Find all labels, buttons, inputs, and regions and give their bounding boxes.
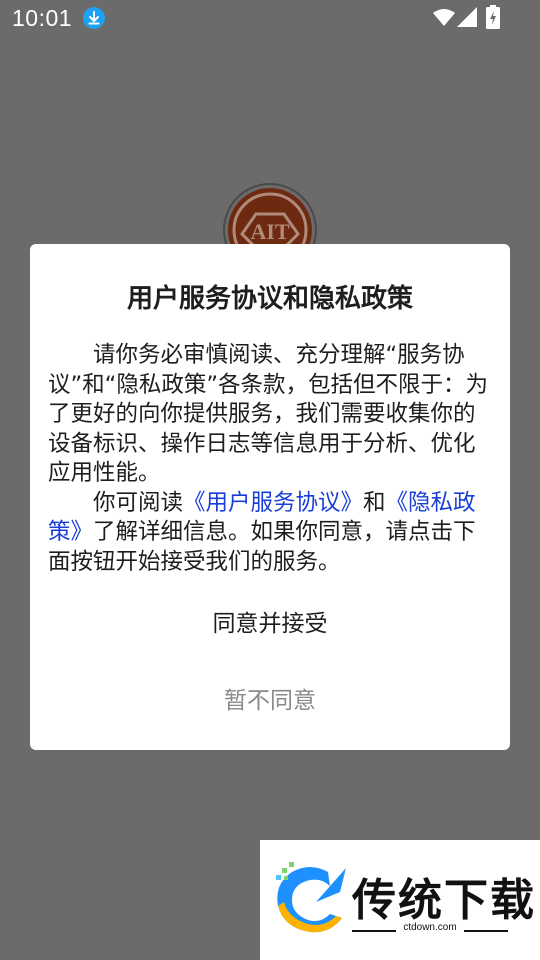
dialog-paragraph-2: 你可阅读《用户服务协议》和《隐私政策》了解详细信息。如果你同意，请点击下面按钮开… (48, 489, 494, 578)
signal-icon (457, 7, 477, 27)
dialog-paragraph-1: 请你务必审慎阅读、充分理解“服务协议”和“隐私政策”各条款，包括但不限于：为了更… (48, 342, 488, 486)
privacy-dialog: 用户服务协议和隐私政策 请你务必审慎阅读、充分理解“服务协议”和“隐私政策”各条… (30, 244, 510, 750)
decline-button[interactable]: 暂不同意 (30, 681, 510, 721)
paragraph-2-suffix: 了解详细信息。如果你同意，请点击下面按钮开始接受我们的服务。 (48, 519, 476, 575)
paragraph-2-prefix: 你可阅读 (93, 489, 184, 516)
conjunction-text: 和 (363, 489, 386, 516)
watermark-divider-left (352, 930, 396, 932)
svg-text:AIT: AIT (250, 219, 289, 244)
dialog-title: 用户服务协议和隐私政策 (126, 284, 413, 314)
user-agreement-link[interactable]: 《用户服务协议》 (183, 490, 363, 516)
watermark-divider-right (464, 930, 508, 932)
watermark-title: 传统下载 (352, 875, 536, 926)
watermark-logo-icon (276, 862, 346, 933)
battery-icon (486, 5, 500, 29)
dialog-body: 请你务必审慎阅读、充分理解“服务协议”和“隐私政策”各条款，包括但不限于：为了更… (48, 341, 494, 577)
watermark-url: ctdown.com (403, 922, 457, 933)
wifi-icon (433, 9, 455, 26)
download-icon (83, 7, 105, 29)
status-time: 10:01 (12, 5, 73, 31)
status-bar: 10:01 (0, 0, 540, 38)
watermark: 传统下载 ctdown.com (260, 840, 540, 960)
accept-button[interactable]: 同意并接受 (30, 604, 510, 644)
